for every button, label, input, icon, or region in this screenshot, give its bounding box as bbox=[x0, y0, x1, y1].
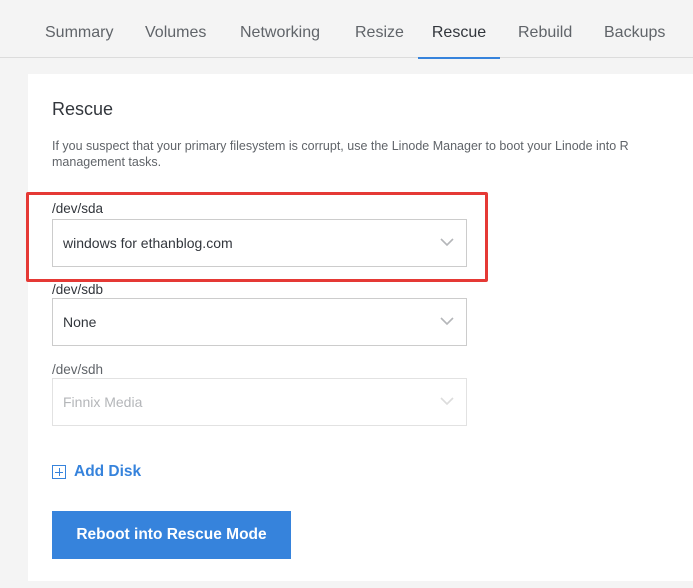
sdb-select-value: None bbox=[63, 314, 97, 330]
rescue-panel: Rescue If you suspect that your primary … bbox=[26, 74, 693, 581]
sdh-select: Finnix Media bbox=[52, 378, 467, 426]
sdh-label: /dev/sdh bbox=[52, 362, 104, 377]
add-disk-link[interactable]: Add Disk bbox=[52, 462, 141, 482]
sdh-select-value: Finnix Media bbox=[63, 394, 143, 410]
chevron-down-icon bbox=[440, 317, 454, 326]
reboot-rescue-button[interactable]: Reboot into Rescue Mode bbox=[52, 511, 291, 559]
tab-rescue[interactable]: Rescue bbox=[418, 0, 500, 59]
tab-summary[interactable]: Summary bbox=[45, 0, 113, 58]
tab-networking[interactable]: Networking bbox=[239, 0, 321, 58]
tab-bar: Summary Volumes Networking Resize Rescue… bbox=[0, 0, 693, 59]
chevron-down-icon bbox=[440, 397, 454, 406]
tab-rebuild[interactable]: Rebuild bbox=[518, 0, 572, 58]
panel-description: If you suspect that your primary filesys… bbox=[52, 138, 693, 170]
sdb-select[interactable]: None bbox=[52, 298, 467, 346]
tab-volumes[interactable]: Volumes bbox=[145, 0, 206, 58]
tab-resize[interactable]: Resize bbox=[355, 0, 404, 58]
description-line-1: If you suspect that your primary filesys… bbox=[52, 139, 629, 153]
annotation-highlight-box bbox=[26, 192, 488, 282]
description-line-2: management tasks. bbox=[52, 155, 162, 169]
sdb-label: /dev/sdb bbox=[52, 282, 104, 297]
add-disk-label: Add Disk bbox=[74, 463, 142, 480]
panel-title: Rescue bbox=[52, 99, 114, 119]
plus-box-icon bbox=[52, 465, 66, 479]
tab-backups[interactable]: Backups bbox=[604, 0, 665, 58]
